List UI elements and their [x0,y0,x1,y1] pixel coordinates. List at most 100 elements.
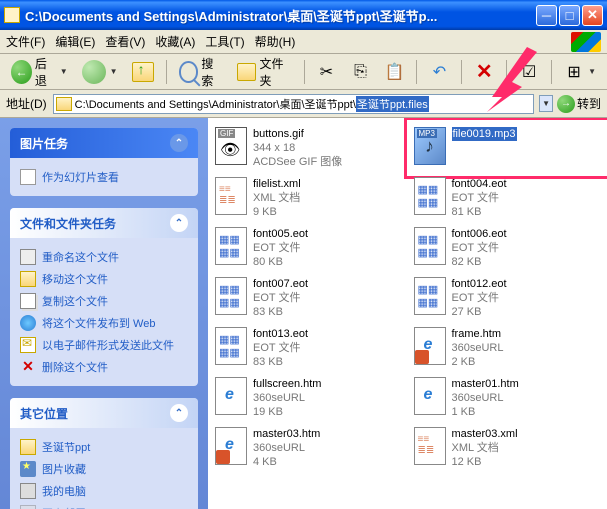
search-label: 搜索 [201,55,222,89]
file-type-icon [414,327,446,365]
folder-icon [4,7,20,23]
file-item[interactable]: font007.eotEOT 文件83 KB [212,274,405,322]
file-item[interactable]: font004.eotEOT 文件81 KB [411,174,604,222]
rename-icon [20,249,36,265]
file-meta: EOT 文件 [253,241,308,255]
file-meta: 12 KB [452,455,518,469]
file-item[interactable]: fullscreen.htm360seURL19 KB [212,374,405,422]
file-item[interactable]: font005.eotEOT 文件80 KB [212,224,405,272]
cut-button[interactable]: ✂ [311,59,341,85]
file-item[interactable]: font012.eotEOT 文件27 KB [411,274,604,322]
file-info: master03.htm360seURL4 KB [253,427,320,469]
file-info: frame.htm360seURL2 KB [452,327,504,369]
views-button[interactable]: ⊞▼ [559,59,601,85]
file-item[interactable]: font013.eotEOT 文件83 KB [212,324,405,372]
minimize-button[interactable]: ─ [536,5,557,26]
file-list[interactable]: buttons.gif344 x 18ACDSee GIF 图像file0019… [208,118,607,509]
file-name: font007.eot [253,277,308,291]
file-type-icon [414,127,446,165]
file-item[interactable]: master01.htm360seURL1 KB [411,374,604,422]
file-item[interactable]: buttons.gif344 x 18ACDSee GIF 图像 [212,124,405,172]
go-arrow-icon: → [557,95,575,113]
file-info: master03.xmlXML 文档12 KB [452,427,518,469]
address-path-prefix: C:\Documents and Settings\Administrator\… [75,96,356,112]
sidebar-item-rename[interactable]: 重命名这个文件 [20,246,188,268]
chevron-up-icon: ⌃ [170,134,188,152]
address-label: 地址(D) [6,95,47,112]
file-item[interactable]: frame.htm360seURL2 KB [411,324,604,372]
file-item[interactable]: font006.eotEOT 文件82 KB [411,224,604,272]
sidebar-item-label: 重命名这个文件 [42,249,119,265]
menu-file[interactable]: 文件(F) [6,33,45,50]
sidebar-item-email[interactable]: 以电子邮件形式发送此文件 [20,334,188,356]
forward-button[interactable]: ▼ [77,57,123,87]
address-input[interactable]: C:\Documents and Settings\Administrator\… [53,94,534,114]
titlebar[interactable]: C:\Documents and Settings\Administrator\… [0,0,607,30]
copy-button[interactable]: ⎘ [345,59,375,85]
sidebar-item-network[interactable]: 网上邻居 [20,502,188,509]
menu-fav[interactable]: 收藏(A) [155,33,195,50]
maximize-button[interactable]: □ [559,5,580,26]
file-item[interactable]: file0019.mp3 [411,124,604,172]
window-title: C:\Documents and Settings\Administrator\… [25,6,534,25]
file-name: font013.eot [253,327,308,341]
sidebar-item-slideshow[interactable]: 作为幻灯片查看 [20,166,188,188]
paste-button[interactable]: 📋 [379,59,409,85]
file-item[interactable]: master03.xmlXML 文档12 KB [411,424,604,472]
panel-title: 文件和文件夹任务 [20,215,116,232]
file-meta: 360seURL [253,441,320,455]
sidebar-item-parent-folder[interactable]: 圣诞节ppt [20,436,188,458]
search-button[interactable]: 搜索 [174,52,228,92]
sidebar-item-label: 网上邻居 [42,505,86,509]
separator [166,60,167,84]
copy-icon [20,293,36,309]
back-button[interactable]: ← 后退 ▼ [6,52,73,92]
panel-header[interactable]: 图片任务 ⌃ [10,128,198,158]
sidebar-item-copy[interactable]: 复制这个文件 [20,290,188,312]
menubar: 文件(F) 编辑(E) 查看(V) 收藏(A) 工具(T) 帮助(H) [0,30,607,54]
go-button[interactable]: → 转到 [557,95,601,113]
folders-button[interactable]: 文件夹 [232,52,297,92]
file-name: filelist.xml [253,177,301,191]
sidebar-item-label: 将这个文件发布到 Web [42,315,155,331]
file-item[interactable]: master03.htm360seURL4 KB [212,424,405,472]
menu-tools[interactable]: 工具(T) [205,33,244,50]
close-button[interactable]: ✕ [582,5,603,26]
folders-label: 文件夹 [259,55,291,89]
menu-help[interactable]: 帮助(H) [255,33,296,50]
menu-edit[interactable]: 编辑(E) [55,33,95,50]
chevron-down-icon[interactable]: ▼ [539,95,553,112]
folder-icon [56,97,72,111]
folder-icon [20,439,36,455]
file-meta: 360seURL [253,391,321,405]
chevron-down-icon: ▼ [110,67,118,76]
file-meta: EOT 文件 [253,341,308,355]
search-icon [179,61,199,83]
move-icon [20,271,36,287]
sidebar-item-pictures[interactable]: 图片收藏 [20,458,188,480]
file-info: master01.htm360seURL1 KB [452,377,519,419]
delete-button[interactable]: ✕ [469,59,499,85]
panel-header[interactable]: 其它位置 ⌃ [10,398,198,428]
folder-up-icon [132,62,154,82]
properties-button[interactable]: ☑ [514,59,544,85]
computer-icon [20,483,36,499]
file-meta: 9 KB [253,205,301,219]
sidebar-item-move[interactable]: 移动这个文件 [20,268,188,290]
up-button[interactable] [127,59,159,85]
panel-header[interactable]: 文件和文件夹任务 ⌃ [10,208,198,238]
scissors-icon: ✂ [316,62,336,82]
undo-button[interactable]: ↶ [424,59,454,85]
file-meta: 4 KB [253,455,320,469]
file-info: font007.eotEOT 文件83 KB [253,277,308,319]
file-meta: EOT 文件 [452,291,507,305]
undo-icon: ↶ [429,62,449,82]
sidebar-item-delete[interactable]: ✕删除这个文件 [20,356,188,378]
file-item[interactable]: filelist.xmlXML 文档9 KB [212,174,405,222]
sidebar-item-publish[interactable]: 将这个文件发布到 Web [20,312,188,334]
menu-view[interactable]: 查看(V) [105,33,145,50]
mail-icon [20,337,36,353]
file-meta: 360seURL [452,391,519,405]
separator [304,60,305,84]
sidebar-item-computer[interactable]: 我的电脑 [20,480,188,502]
